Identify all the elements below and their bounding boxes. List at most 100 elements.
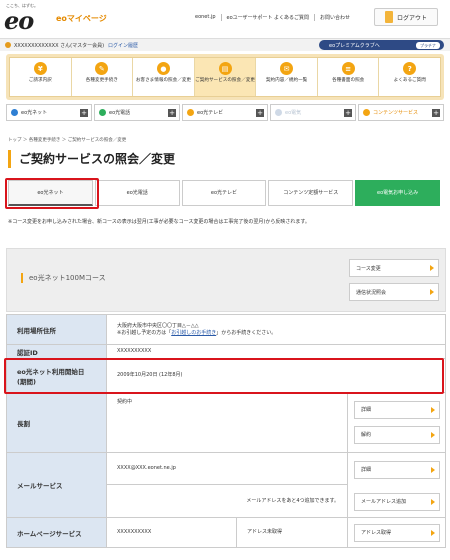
mail-detail-button[interactable]: 詳細 [354,461,440,479]
content-icon [363,109,370,116]
question-icon: ? [403,62,417,75]
nav-label: ご請求内訳 [28,78,52,83]
link-eonet[interactable]: eonet.jp [190,14,221,21]
connection-status-button[interactable]: 通信状況照会 [349,283,439,301]
category-label: eo光ネット [21,110,48,116]
yen-icon: ¥ [33,62,47,75]
category-label: コンテンツサービス [373,110,419,116]
mypage-title[interactable]: eoマイページ [56,13,107,24]
course-panel: eo光ネット100Mコース コース変更 通信状況照会 [6,248,446,312]
premium-label: eoプレミアムクラブへ [329,42,380,49]
mail-service-label: メールサービス [6,452,107,518]
mail-address: XXXX@XXX.eonet.ne.jp [107,453,347,485]
table-row: 長割 契約中 詳細 解約 [6,392,446,453]
table-row: メールサービス XXXX@XXX.eonet.ne.jp メールアドレスをあと4… [6,452,446,518]
tab-eo-electricity-apply[interactable]: eo電気お申し込み [355,180,440,206]
note-prefix: ※お引越し予定の方は「 [117,329,172,336]
category-eo-phone[interactable]: eo光電話 + [94,104,180,121]
nav-documents[interactable]: ≡ 各種書面の照会 [316,58,379,96]
nav-contract-terms[interactable]: ✉ 契約内容／規約一覧 [255,58,317,96]
phone-icon [99,109,106,116]
category-label: eo光電話 [109,110,131,116]
auth-id-value: XXXXXXXXXX [106,344,446,359]
long-term-label: 長割 [6,392,107,453]
pencil-icon: ✎ [95,62,109,75]
category-label: eo光テレビ [197,110,224,116]
link-support[interactable]: eoユーザーサポート よくあるご質問 [220,14,315,21]
mail-address-add-button[interactable]: メールアドレス追加 [354,493,440,511]
plus-icon: + [168,109,176,117]
auth-id-label: 認証ID [6,344,107,359]
course-change-note: ※コース変更をお申し込みされた場合、新コースの表示は翌月(工事が必要なコース変更… [8,219,310,225]
nav-contract-services[interactable]: ▤ ご契約サービスの照会／変更 [193,58,256,96]
logout-button[interactable]: ログアウト [374,8,438,26]
highlight-frame [5,178,99,209]
login-history-link[interactable]: ログイン履歴 [108,42,138,49]
arrow-right-icon [431,407,435,413]
long-term-detail-button[interactable]: 詳細 [354,401,440,419]
user-bar: XXXXXXXXXXXXX さん(マスター会員) ログイン履歴 eoプレミアムク… [0,38,450,51]
contract-details-table: 利用場所住所 大阪府大阪市中央区〇〇丁目△－△△ ※お引越し予定の方は「お引越し… [6,314,446,548]
homepage-status: アドレス未取得 [236,517,348,548]
eo-logo[interactable]: eo [4,9,34,33]
link-contact[interactable]: お問い合わせ [314,14,355,21]
button-label: 詳細 [361,466,372,473]
category-label: eo電気 [285,110,302,116]
nav-label: ご契約サービスの照会／変更 [195,78,255,83]
logout-label: ログアウト [396,14,427,22]
address-acquire-button[interactable]: アドレス取得 [354,524,440,542]
nav-faq[interactable]: ? よくあるご質問 [378,58,440,96]
moving-procedure-link[interactable]: お引越しのお手続き [171,330,216,336]
top-links: eonet.jp eoユーザーサポート よくあるご質問 お問い合わせ [190,14,355,21]
user-icon [5,42,11,48]
arrow-right-icon [430,289,434,295]
tab-eo-phone[interactable]: eo光電話 [94,180,180,206]
tab-content-service[interactable]: コンテンツ定額サービス [268,180,354,206]
arrow-right-icon [431,467,435,473]
button-label: コース変更 [356,265,381,272]
button-label: 詳細 [361,406,372,413]
address-cell: 大阪府大阪市中央区〇〇丁目△－△△ ※お引越し予定の方は「お引越しのお手続き」か… [106,314,446,345]
arrow-right-icon [431,530,435,536]
breadcrumb[interactable]: トップ ＞ 各種変更手続き ＞ ご契約サービスの照会／変更 [8,137,126,143]
nav-label: お客さま情報の照会／変更 [135,78,192,83]
document-icon: ▤ [218,62,232,75]
long-term-cancel-button[interactable]: 解約 [354,426,440,444]
arrow-right-icon [431,499,435,505]
nav-billing[interactable]: ¥ ご請求内訳 [10,58,71,96]
homepage-actions: アドレス取得 [347,517,446,548]
premium-club-button[interactable]: eoプレミアムクラブへ プラチナ [319,40,444,50]
electricity-icon [275,109,282,116]
highlight-frame [4,358,444,394]
nav-procedures[interactable]: ✎ 各種変更手続き [70,58,133,96]
plus-icon: + [344,109,352,117]
arrow-right-icon [431,432,435,438]
table-row: ホームページサービス XXXXXXXXXX アドレス未取得 アドレス取得 [6,517,446,548]
note-suffix: 」からお手続きください。 [216,329,277,336]
platinum-badge: プラチナ [416,41,440,49]
category-eo-tv[interactable]: eo光テレビ + [182,104,268,121]
document-stack-icon: ≡ [341,62,355,75]
plus-icon: + [432,109,440,117]
address-note: ※お引越し予定の方は「お引越しのお手続き」からお手続きください。 [117,330,445,337]
nav-label: よくあるご質問 [393,78,426,83]
button-label: メールアドレス追加 [361,498,407,505]
mail-service-cell: XXXX@XXX.eonet.ne.jp メールアドレスをあと4つ追加できます。 [106,452,348,518]
category-eo-electricity[interactable]: eo電気 + [270,104,356,121]
category-eo-net[interactable]: eo光ネット + [6,104,92,121]
mail-actions: 詳細 メールアドレス追加 [347,452,446,518]
homepage-account: XXXXXXXXXX [106,517,237,548]
course-title: eo光ネット100Mコース [21,273,106,283]
button-label: 解約 [361,431,372,438]
category-content[interactable]: コンテンツサービス + [358,104,444,121]
course-change-button[interactable]: コース変更 [349,259,439,277]
tab-eo-tv[interactable]: eo光テレビ [181,180,267,206]
plus-icon: + [256,109,264,117]
long-term-value: 契約中 [106,392,348,453]
nav-label: 各種書面の照会 [332,78,365,83]
nav-customer-info[interactable]: ● お客さま情報の照会／変更 [132,58,194,96]
user-name: XXXXXXXXXXXXX さん(マスター会員) [14,42,105,49]
service-categories: eo光ネット + eo光電話 + eo光テレビ + eo電気 + コンテンツサービス + [6,104,444,121]
button-label: 通信状況照会 [356,289,387,296]
net-icon [11,109,18,116]
